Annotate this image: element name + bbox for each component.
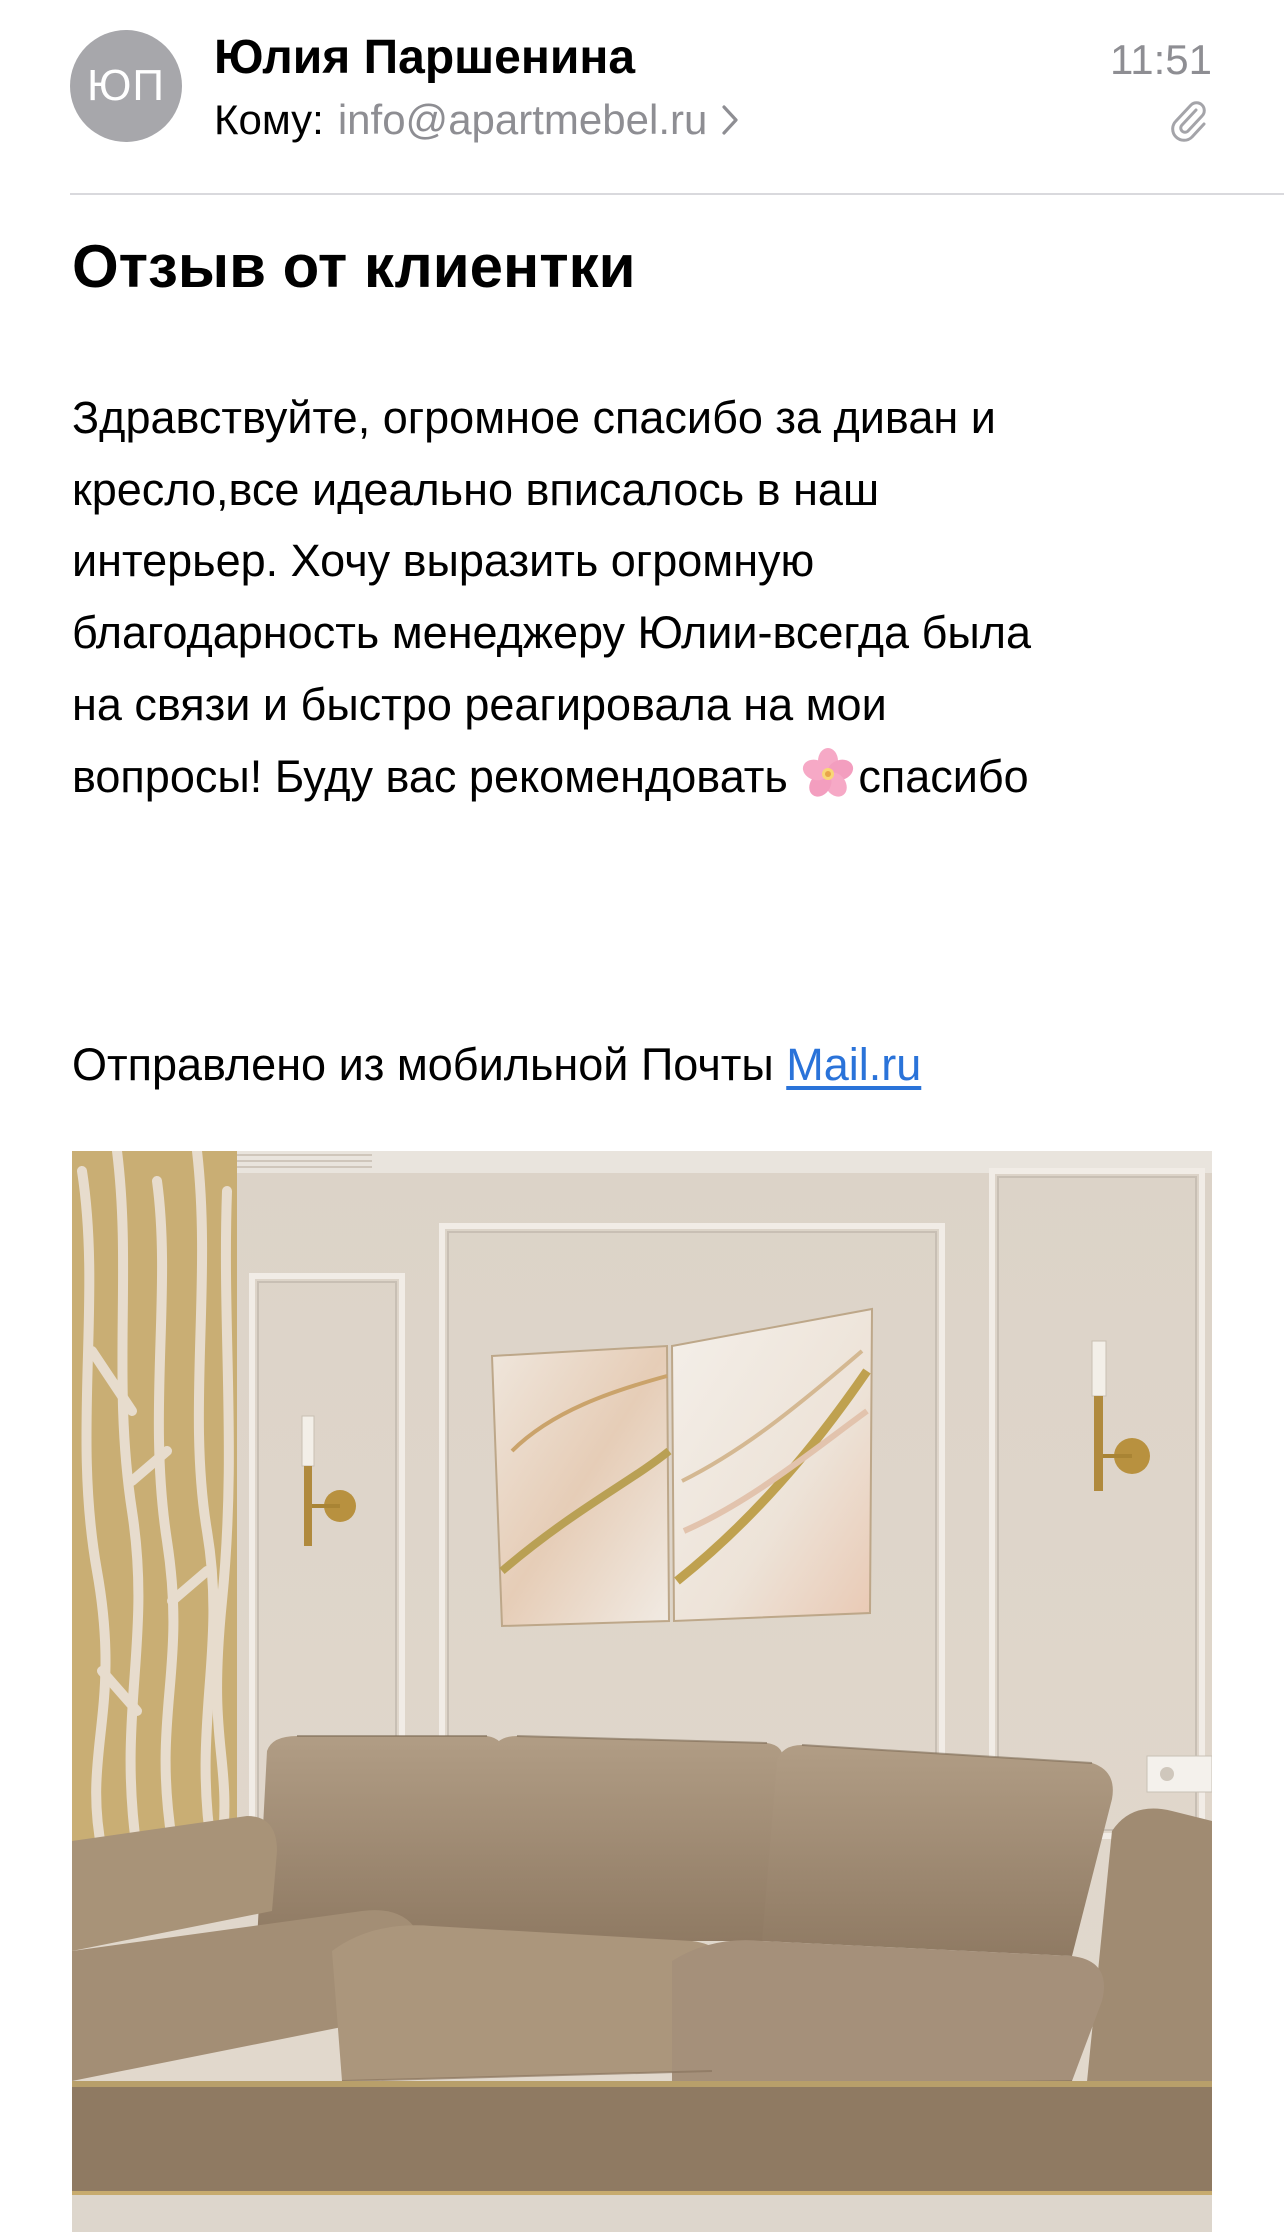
body-line: интерьер. Хочу выразить огромную	[72, 535, 815, 587]
header-divider	[70, 193, 1284, 195]
paperclip-icon	[1166, 98, 1210, 142]
body-line: благодарность менеджеру Юлии-всегда была	[72, 607, 1031, 659]
recipient-row[interactable]: Кому: info@apartmebel.ru	[214, 94, 739, 146]
body-line: вопросы! Буду вас рекомендовать	[72, 750, 788, 802]
to-label: Кому:	[214, 96, 324, 143]
mailru-link[interactable]: Mail.ru	[786, 1039, 921, 1090]
mail-signature: Отправлено из мобильной Почты Mail.ru	[72, 1030, 921, 1100]
to-address[interactable]: info@apartmebel.ru	[338, 94, 708, 146]
sender-name[interactable]: Юлия Паршенина	[214, 30, 635, 86]
body-line: на связи и быстро реагировала на мои	[72, 678, 887, 730]
avatar[interactable]: ЮП	[70, 30, 182, 142]
received-time: 11:51	[1110, 36, 1212, 83]
signature-text: Отправлено из мобильной Почты	[72, 1039, 774, 1090]
message-subject: Отзыв от клиентки	[72, 233, 636, 300]
chevron-right-icon[interactable]	[721, 104, 739, 136]
message-body: Здравствуйте, огромное спасибо за диван …	[72, 382, 1222, 812]
body-line: Здравствуйте, огромное спасибо за диван …	[72, 392, 996, 443]
attached-photo[interactable]	[72, 1151, 1212, 2232]
body-line-last: вопросы! Буду вас рекомендовать спасибо	[72, 741, 1222, 813]
body-last-word: спасибо	[858, 750, 1029, 802]
cherry-blossom-icon	[800, 746, 856, 802]
body-line: кресло,все идеально вписалось в наш	[72, 463, 880, 515]
